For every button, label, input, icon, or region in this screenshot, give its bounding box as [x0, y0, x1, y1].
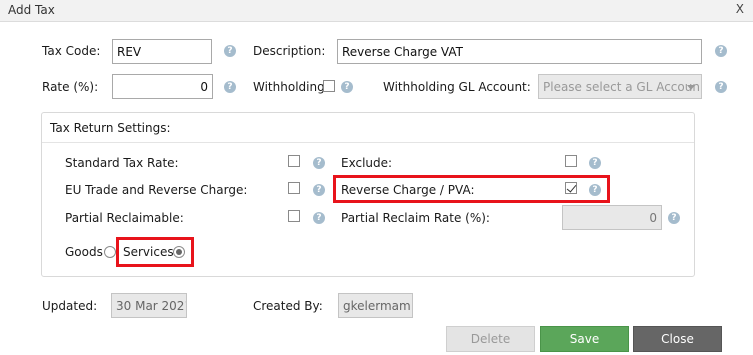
help-icon[interactable]: ?	[313, 157, 325, 169]
partial-reclaim-rate-label: Partial Reclaim Rate (%):	[341, 211, 490, 225]
withholding-gl-account-placeholder: Please select a GL Accoun	[543, 79, 700, 94]
help-icon[interactable]: ?	[224, 81, 236, 93]
help-icon[interactable]: ?	[313, 212, 325, 224]
help-icon[interactable]: ?	[341, 81, 353, 93]
exclude-label: Exclude:	[341, 156, 393, 170]
partial-reclaim-rate-input[interactable]: 0	[562, 205, 662, 230]
save-button[interactable]: Save	[540, 326, 629, 352]
reverse-charge-pva-label: Reverse Charge / PVA:	[341, 183, 475, 197]
services-radio[interactable]	[173, 246, 185, 258]
exclude-checkbox[interactable]	[565, 155, 577, 167]
reverse-charge-pva-checkbox[interactable]	[565, 182, 577, 194]
eu-trade-reverse-charge-label: EU Trade and Reverse Charge:	[65, 183, 248, 197]
help-icon[interactable]: ?	[589, 157, 601, 169]
withholding-gl-account-label: Withholding GL Account:	[383, 80, 531, 94]
help-icon[interactable]: ?	[224, 45, 236, 57]
tax-code-input[interactable]: REV	[112, 39, 212, 64]
created-by-value: gkelermam.a	[338, 293, 413, 318]
updated-value: 30 Mar 2021	[111, 293, 187, 318]
close-icon[interactable]: X	[736, 2, 744, 16]
dialog-title: Add Tax	[8, 3, 55, 17]
help-icon[interactable]: ?	[668, 212, 680, 224]
dialog-titlebar: Add Tax X	[0, 0, 753, 22]
description-input[interactable]: Reverse Charge VAT	[337, 39, 702, 64]
withholding-gl-account-select[interactable]: Please select a GL Accoun	[538, 74, 702, 99]
add-tax-dialog: Add Tax X Tax Code: REV ? Description: R…	[0, 0, 753, 355]
created-by-label: Created By:	[253, 299, 323, 313]
eu-trade-reverse-charge-checkbox[interactable]	[288, 182, 300, 194]
close-button[interactable]: Close	[633, 326, 722, 352]
withholding-label: Withholding:	[253, 80, 329, 94]
help-icon[interactable]: ?	[313, 184, 325, 196]
help-icon[interactable]: ?	[589, 184, 601, 196]
services-label: Services	[123, 245, 174, 259]
standard-tax-rate-checkbox[interactable]	[288, 155, 300, 167]
rate-label: Rate (%):	[42, 80, 99, 94]
partial-reclaimable-checkbox[interactable]	[288, 210, 300, 222]
description-label: Description:	[253, 44, 326, 58]
help-icon[interactable]: ?	[715, 45, 727, 57]
delete-button[interactable]: Delete	[446, 326, 535, 352]
goods-label: Goods	[65, 245, 103, 259]
updated-label: Updated:	[42, 299, 98, 313]
partial-reclaimable-label: Partial Reclaimable:	[65, 211, 184, 225]
rate-input[interactable]: 0	[112, 74, 213, 99]
help-icon[interactable]: ?	[715, 81, 727, 93]
chevron-down-icon	[687, 85, 695, 90]
standard-tax-rate-label: Standard Tax Rate:	[65, 156, 179, 170]
tax-code-label: Tax Code:	[42, 44, 101, 58]
tax-return-settings-title: Tax Return Settings:	[50, 121, 171, 135]
goods-radio[interactable]	[104, 246, 116, 258]
withholding-checkbox[interactable]	[323, 80, 335, 92]
